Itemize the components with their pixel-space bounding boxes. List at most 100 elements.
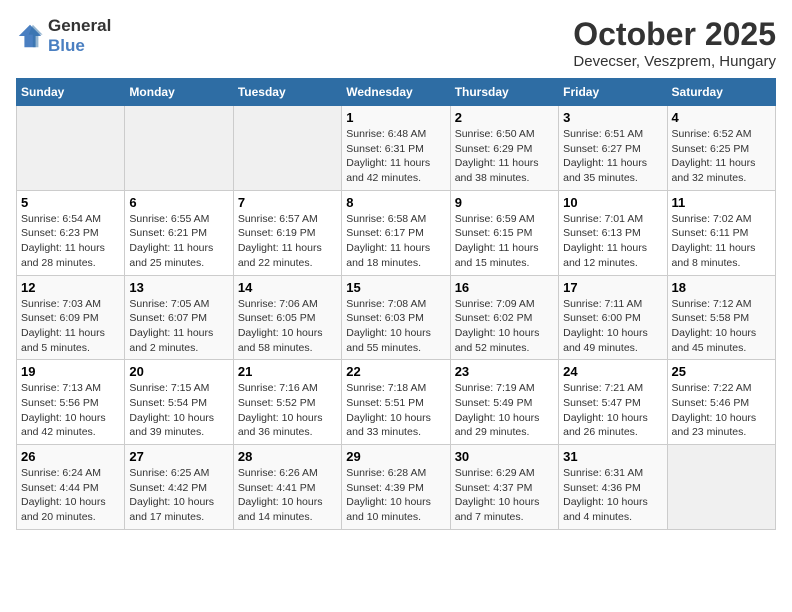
weekday-header-sunday: Sunday	[17, 79, 125, 106]
day-number: 13	[129, 280, 228, 295]
day-number: 28	[238, 449, 337, 464]
day-content: Sunrise: 7:09 AM Sunset: 6:02 PM Dayligh…	[455, 297, 554, 356]
title-block: October 2025 Devecser, Veszprem, Hungary	[573, 16, 776, 70]
day-content: Sunrise: 7:15 AM Sunset: 5:54 PM Dayligh…	[129, 381, 228, 440]
day-number: 19	[21, 364, 120, 379]
day-number: 17	[563, 280, 662, 295]
day-number: 11	[672, 195, 771, 210]
calendar-cell	[125, 106, 233, 191]
day-number: 27	[129, 449, 228, 464]
weekday-header-thursday: Thursday	[450, 79, 558, 106]
calendar-cell: 22 Sunrise: 7:18 AM Sunset: 5:51 PM Dayli…	[342, 360, 450, 445]
calendar-cell: 18Sunrise: 7:12 AM Sunset: 5:58 PM Dayli…	[667, 275, 775, 360]
day-number: 14	[238, 280, 337, 295]
calendar-cell: 10 Sunrise: 7:01 AM Sunset: 6:13 PM Dayli…	[559, 190, 667, 275]
month-title: October 2025	[573, 16, 776, 53]
calendar-cell: 7Sunrise: 6:57 AM Sunset: 6:19 PM Daylig…	[233, 190, 341, 275]
calendar-cell: 6 Sunrise: 6:55 AM Sunset: 6:21 PM Daylig…	[125, 190, 233, 275]
day-number: 22	[346, 364, 445, 379]
day-number: 6	[129, 195, 228, 210]
day-content: Sunrise: 7:16 AM Sunset: 5:52 PM Dayligh…	[238, 381, 337, 440]
weekday-header-tuesday: Tuesday	[233, 79, 341, 106]
calendar-cell: 2Sunrise: 6:50 AM Sunset: 6:29 PM Daylig…	[450, 106, 558, 191]
logo-text: General Blue	[48, 16, 111, 56]
calendar-cell: 17 Sunrise: 7:11 AM Sunset: 6:00 PM Dayli…	[559, 275, 667, 360]
day-number: 26	[21, 449, 120, 464]
logo-general: General	[48, 16, 111, 35]
day-number: 30	[455, 449, 554, 464]
day-content: Sunrise: 6:55 AM Sunset: 6:21 PM Dayligh…	[129, 212, 228, 271]
day-content: Sunrise: 7:11 AM Sunset: 6:00 PM Dayligh…	[563, 297, 662, 356]
day-number: 24	[563, 364, 662, 379]
day-content: Sunrise: 7:01 AM Sunset: 6:13 PM Dayligh…	[563, 212, 662, 271]
day-content: Sunrise: 6:26 AM Sunset: 4:41 PM Dayligh…	[238, 466, 337, 525]
calendar-table: SundayMondayTuesdayWednesdayThursdayFrid…	[16, 78, 776, 530]
calendar-cell: 19Sunrise: 7:13 AM Sunset: 5:56 PM Dayli…	[17, 360, 125, 445]
calendar-cell: 26 Sunrise: 6:24 AM Sunset: 4:44 PM Dayli…	[17, 445, 125, 530]
day-content: Sunrise: 7:21 AM Sunset: 5:47 PM Dayligh…	[563, 381, 662, 440]
day-content: Sunrise: 6:59 AM Sunset: 6:15 PM Dayligh…	[455, 212, 554, 271]
week-row-5: 26 Sunrise: 6:24 AM Sunset: 4:44 PM Dayli…	[17, 445, 776, 530]
day-number: 8	[346, 195, 445, 210]
logo: General Blue	[16, 16, 111, 56]
calendar-cell: 12Sunrise: 7:03 AM Sunset: 6:09 PM Dayli…	[17, 275, 125, 360]
calendar-cell: 27 Sunrise: 6:25 AM Sunset: 4:42 PM Dayli…	[125, 445, 233, 530]
calendar-cell: 16Sunrise: 7:09 AM Sunset: 6:02 PM Dayli…	[450, 275, 558, 360]
day-content: Sunrise: 6:58 AM Sunset: 6:17 PM Dayligh…	[346, 212, 445, 271]
day-content: Sunrise: 6:25 AM Sunset: 4:42 PM Dayligh…	[129, 466, 228, 525]
day-number: 23	[455, 364, 554, 379]
day-content: Sunrise: 7:02 AM Sunset: 6:11 PM Dayligh…	[672, 212, 771, 271]
week-row-1: 1 Sunrise: 6:48 AM Sunset: 6:31 PM Daylig…	[17, 106, 776, 191]
day-number: 25	[672, 364, 771, 379]
calendar-cell: 31 Sunrise: 6:31 AM Sunset: 4:36 PM Dayli…	[559, 445, 667, 530]
calendar-cell: 5 Sunrise: 6:54 AM Sunset: 6:23 PM Daylig…	[17, 190, 125, 275]
day-number: 10	[563, 195, 662, 210]
calendar-cell: 9Sunrise: 6:59 AM Sunset: 6:15 PM Daylig…	[450, 190, 558, 275]
day-content: Sunrise: 6:50 AM Sunset: 6:29 PM Dayligh…	[455, 127, 554, 186]
calendar-cell: 11 Sunrise: 7:02 AM Sunset: 6:11 PM Dayli…	[667, 190, 775, 275]
calendar-cell: 14 Sunrise: 7:06 AM Sunset: 6:05 PM Dayli…	[233, 275, 341, 360]
day-content: Sunrise: 6:28 AM Sunset: 4:39 PM Dayligh…	[346, 466, 445, 525]
day-number: 31	[563, 449, 662, 464]
day-content: Sunrise: 6:48 AM Sunset: 6:31 PM Dayligh…	[346, 127, 445, 186]
calendar-cell: 8 Sunrise: 6:58 AM Sunset: 6:17 PM Daylig…	[342, 190, 450, 275]
day-number: 21	[238, 364, 337, 379]
day-content: Sunrise: 6:51 AM Sunset: 6:27 PM Dayligh…	[563, 127, 662, 186]
day-content: Sunrise: 7:03 AM Sunset: 6:09 PM Dayligh…	[21, 297, 120, 356]
weekday-header-monday: Monday	[125, 79, 233, 106]
day-number: 5	[21, 195, 120, 210]
day-content: Sunrise: 6:31 AM Sunset: 4:36 PM Dayligh…	[563, 466, 662, 525]
day-number: 3	[563, 110, 662, 125]
page-header: General Blue October 2025 Devecser, Vesz…	[16, 16, 776, 70]
day-content: Sunrise: 7:19 AM Sunset: 5:49 PM Dayligh…	[455, 381, 554, 440]
day-content: Sunrise: 7:05 AM Sunset: 6:07 PM Dayligh…	[129, 297, 228, 356]
day-number: 4	[672, 110, 771, 125]
calendar-cell	[233, 106, 341, 191]
calendar-cell: 25 Sunrise: 7:22 AM Sunset: 5:46 PM Dayli…	[667, 360, 775, 445]
calendar-cell: 20 Sunrise: 7:15 AM Sunset: 5:54 PM Dayli…	[125, 360, 233, 445]
day-content: Sunrise: 6:24 AM Sunset: 4:44 PM Dayligh…	[21, 466, 120, 525]
weekday-header-wednesday: Wednesday	[342, 79, 450, 106]
weekday-header-friday: Friday	[559, 79, 667, 106]
day-number: 1	[346, 110, 445, 125]
day-content: Sunrise: 7:22 AM Sunset: 5:46 PM Dayligh…	[672, 381, 771, 440]
day-content: Sunrise: 6:29 AM Sunset: 4:37 PM Dayligh…	[455, 466, 554, 525]
day-number: 20	[129, 364, 228, 379]
week-row-3: 12Sunrise: 7:03 AM Sunset: 6:09 PM Dayli…	[17, 275, 776, 360]
weekday-header-saturday: Saturday	[667, 79, 775, 106]
day-content: Sunrise: 7:06 AM Sunset: 6:05 PM Dayligh…	[238, 297, 337, 356]
calendar-cell: 13 Sunrise: 7:05 AM Sunset: 6:07 PM Dayli…	[125, 275, 233, 360]
week-row-2: 5 Sunrise: 6:54 AM Sunset: 6:23 PM Daylig…	[17, 190, 776, 275]
day-content: Sunrise: 6:54 AM Sunset: 6:23 PM Dayligh…	[21, 212, 120, 271]
week-row-4: 19Sunrise: 7:13 AM Sunset: 5:56 PM Dayli…	[17, 360, 776, 445]
calendar-cell: 1 Sunrise: 6:48 AM Sunset: 6:31 PM Daylig…	[342, 106, 450, 191]
day-number: 29	[346, 449, 445, 464]
day-content: Sunrise: 7:18 AM Sunset: 5:51 PM Dayligh…	[346, 381, 445, 440]
day-content: Sunrise: 7:08 AM Sunset: 6:03 PM Dayligh…	[346, 297, 445, 356]
day-content: Sunrise: 6:52 AM Sunset: 6:25 PM Dayligh…	[672, 127, 771, 186]
logo-blue: Blue	[48, 36, 85, 55]
weekday-header-row: SundayMondayTuesdayWednesdayThursdayFrid…	[17, 79, 776, 106]
day-content: Sunrise: 7:12 AM Sunset: 5:58 PM Dayligh…	[672, 297, 771, 356]
calendar-cell	[667, 445, 775, 530]
calendar-cell: 29 Sunrise: 6:28 AM Sunset: 4:39 PM Dayli…	[342, 445, 450, 530]
